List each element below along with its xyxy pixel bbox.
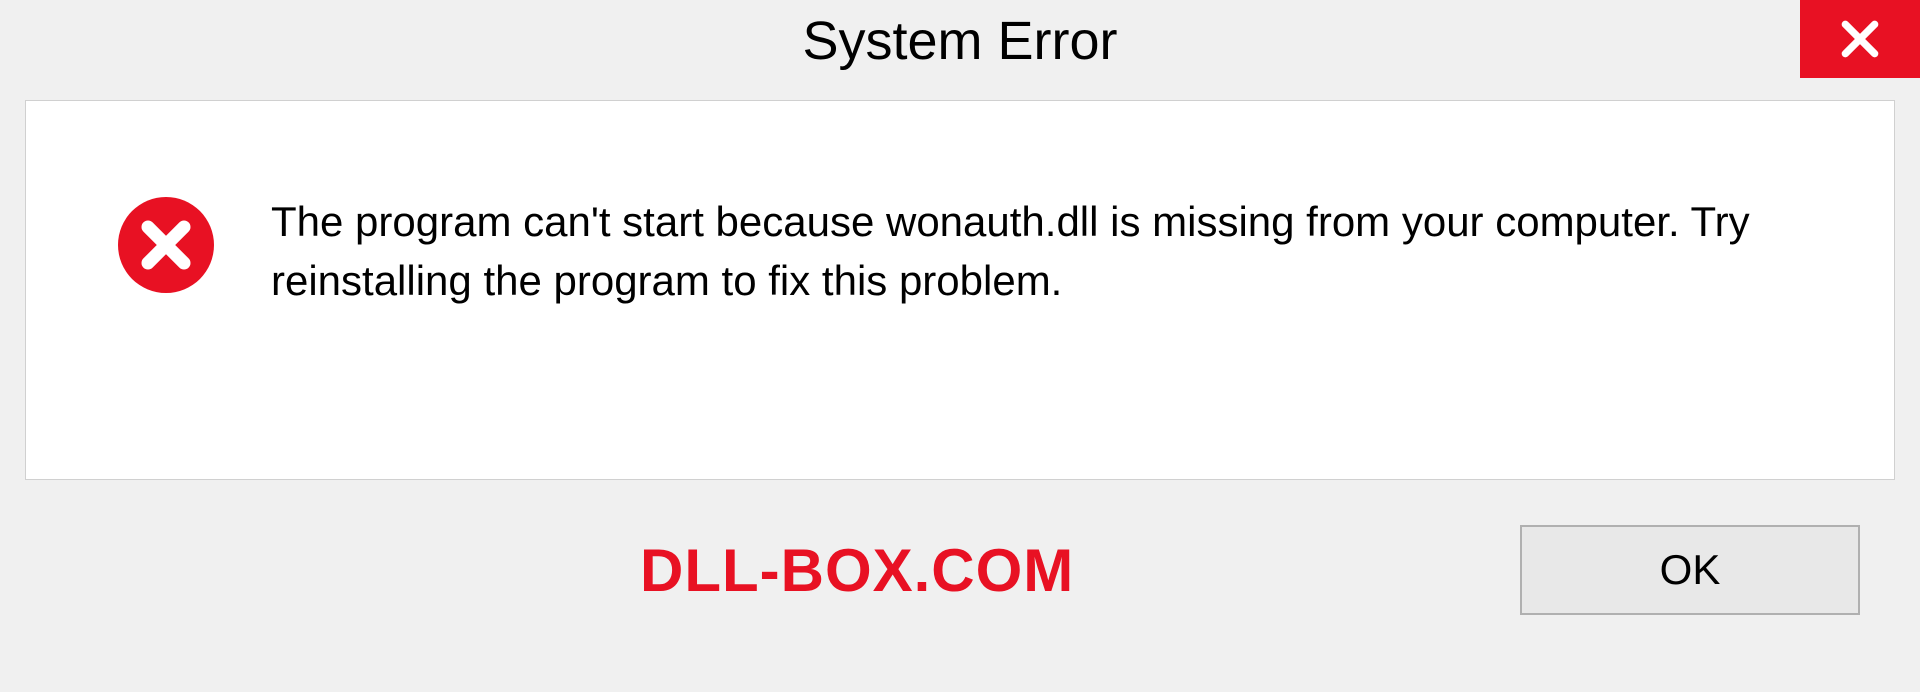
ok-button[interactable]: OK: [1520, 525, 1860, 615]
close-icon: [1838, 17, 1882, 61]
close-button[interactable]: [1800, 0, 1920, 78]
dialog-title: System Error: [802, 10, 1117, 72]
title-bar: System Error: [0, 0, 1920, 90]
error-icon: [116, 195, 216, 295]
watermark-text: DLL-BOX.COM: [640, 536, 1074, 605]
dialog-footer: DLL-BOX.COM OK: [0, 480, 1920, 615]
error-message: The program can't start because wonauth.…: [271, 191, 1834, 311]
error-dialog: System Error The program can't start bec…: [0, 0, 1920, 692]
content-panel: The program can't start because wonauth.…: [25, 100, 1895, 480]
